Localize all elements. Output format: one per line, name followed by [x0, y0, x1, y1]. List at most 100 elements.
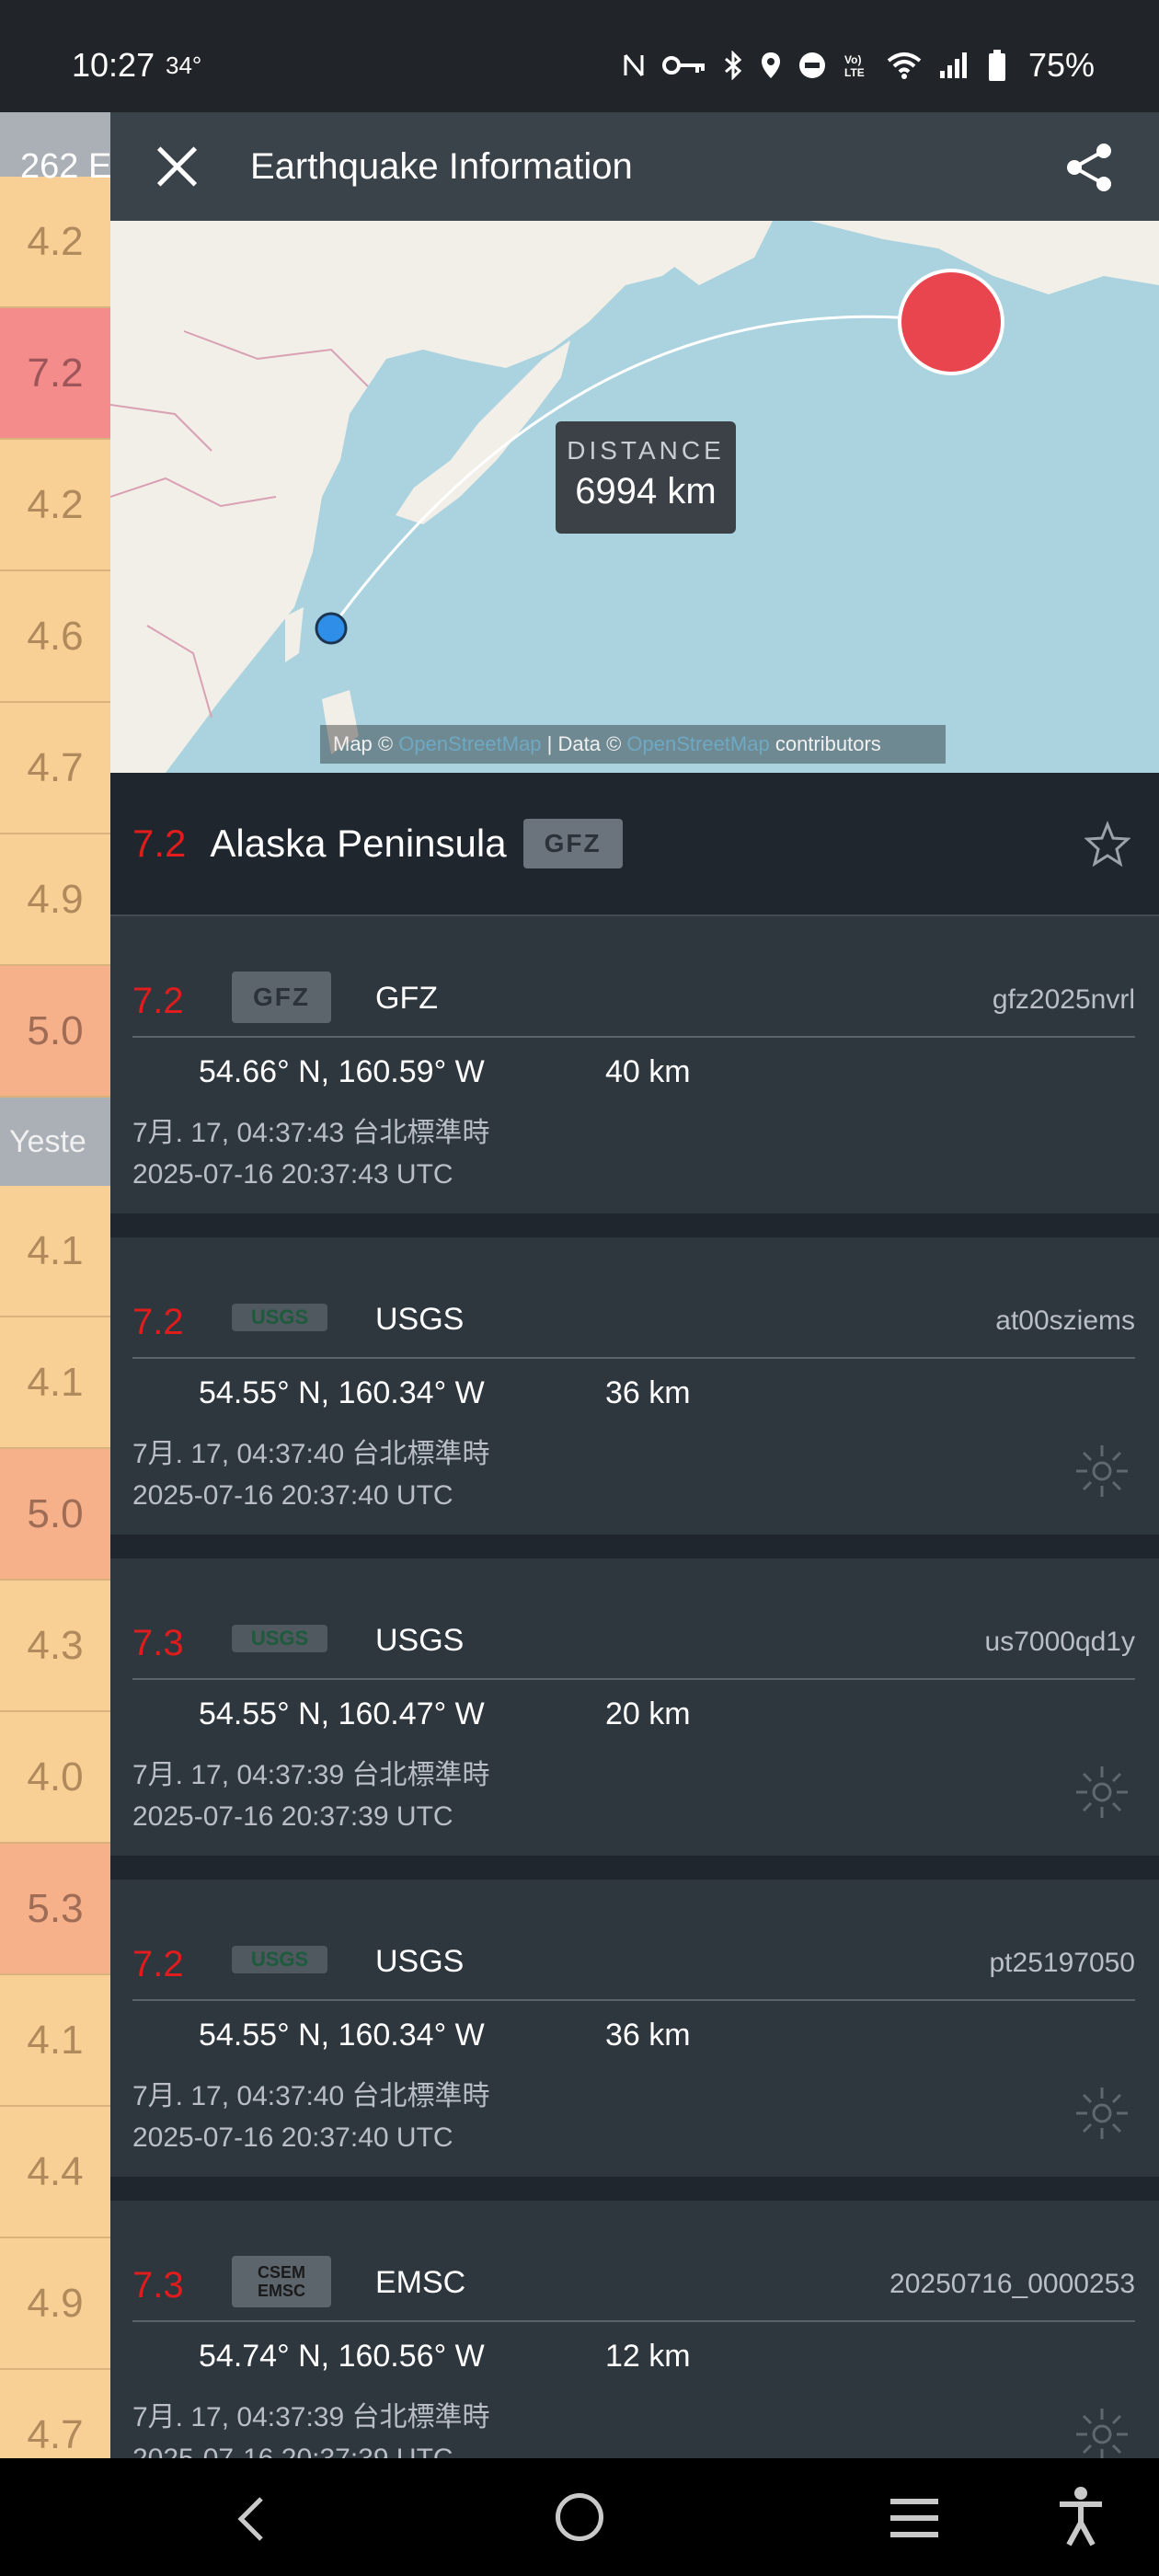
agency-logo-badge: USGS	[232, 1625, 327, 1652]
attribution-suffix: contributors	[769, 732, 881, 755]
report-coordinates: 54.66° N, 160.59° W	[199, 1054, 485, 1089]
page-title: Earthquake Information	[250, 145, 633, 187]
report-event-id: gfz2025nvrl	[992, 984, 1135, 1015]
left-list-magnitude[interactable]: 5.0	[0, 1449, 110, 1581]
report-coordinates: 54.55° N, 160.47° W	[199, 1696, 485, 1731]
report-magnitude: 7.2	[132, 981, 184, 1021]
report-utc-time: 2025-07-16 20:37:40 UTC	[132, 2122, 453, 2153]
left-list-magnitude[interactable]: 4.2	[0, 440, 110, 571]
home-button[interactable]	[556, 2493, 603, 2541]
left-list-magnitude[interactable]: 4.9	[0, 2238, 110, 2370]
top-app-bar: Earthquake Information	[110, 112, 1159, 221]
report-divider	[132, 2320, 1135, 2322]
share-button[interactable]	[1061, 140, 1117, 195]
volte-icon: Vo)LTE	[844, 53, 865, 79]
epicenter-marker	[898, 269, 1004, 375]
daylight-sun-icon	[1076, 2409, 1128, 2458]
accessibility-icon[interactable]	[1056, 2486, 1106, 2547]
summary-agency-badge: GFZ	[522, 819, 623, 868]
left-list-section-yesterday: 4.1 4.1 5.0 4.3 4.0 5.3 4.1 4.4 4.9 4.7	[0, 1186, 110, 2458]
dnd-icon	[798, 52, 825, 78]
left-list-magnitude[interactable]: 5.3	[0, 1844, 110, 1975]
earthquake-list-background: 262 E 4.2 7.2 4.2 4.6 4.7 4.9 5.0 Yeste 4.1 4.1…	[0, 112, 110, 2458]
left-list-magnitude[interactable]: 4.3	[0, 1581, 110, 1712]
left-list-magnitude[interactable]: 4.1	[0, 1975, 110, 2107]
attribution-prefix: Map ©	[333, 732, 399, 755]
report-divider	[132, 1036, 1135, 1038]
summary-location: Alaska Peninsula	[210, 822, 507, 865]
left-list-section-today: 4.2 7.2 4.2 4.6 4.7 4.9 5.0	[0, 177, 110, 1098]
agency-logo-badge: CSEM EMSC	[232, 2256, 331, 2307]
close-button[interactable]	[155, 144, 199, 189]
report-local-time: 7月. 17, 04:37:40 台北標準時	[132, 2081, 490, 2111]
report-divider	[132, 1678, 1135, 1680]
report-event-id: pt25197050	[989, 1948, 1136, 1978]
left-list-magnitude[interactable]: 4.0	[0, 1712, 110, 1844]
bluetooth-icon	[724, 51, 742, 80]
back-icon[interactable]	[224, 2491, 280, 2547]
report-local-time: 7月. 17, 04:37:43 台北標準時	[132, 1118, 490, 1148]
left-list-magnitude[interactable]: 4.6	[0, 571, 110, 703]
report-depth: 12 km	[605, 2339, 691, 2374]
report-agency: USGS	[375, 1623, 465, 1658]
list-day-header: Yeste	[0, 1098, 110, 1186]
distance-map[interactable]: DISTANCE 6994 km Map © OpenStreetMap | D…	[110, 221, 1159, 773]
report-coordinates: 54.55° N, 160.34° W	[199, 1375, 485, 1410]
report-local-time: 7月. 17, 04:37:40 台北標準時	[132, 1439, 490, 1469]
report-event-id: at00sziems	[995, 1305, 1135, 1336]
report-coordinates: 54.55° N, 160.34° W	[199, 2018, 485, 2053]
user-location-marker	[315, 612, 348, 645]
left-list-magnitude[interactable]: 4.9	[0, 834, 110, 966]
battery-icon	[988, 50, 1005, 81]
recents-icon[interactable]	[887, 2495, 942, 2541]
wifi-icon	[887, 52, 922, 79]
agency-report-card[interactable]: 7.3 USGS USGS us7000qd1y 54.55° N, 160.47° W…	[110, 1558, 1159, 1880]
report-depth: 20 km	[605, 1696, 691, 1731]
left-list-magnitude[interactable]: 4.4	[0, 2107, 110, 2238]
report-magnitude: 7.3	[132, 1623, 184, 1663]
agency-logo-badge: GFZ	[232, 972, 331, 1023]
distance-label: DISTANCE	[567, 436, 725, 465]
report-divider	[132, 1999, 1135, 2001]
left-list-magnitude[interactable]: 4.1	[0, 1186, 110, 1317]
status-bar: 10:27 34° Vo) LTE 75%	[0, 0, 1159, 112]
daylight-sun-icon	[1076, 2087, 1128, 2139]
daylight-sun-icon	[1076, 1766, 1128, 1818]
left-list-magnitude[interactable]: 7.2	[0, 308, 110, 440]
report-magnitude: 7.2	[132, 1944, 184, 1984]
report-magnitude: 7.3	[132, 2265, 184, 2306]
system-navigation-bar	[0, 2458, 1159, 2576]
left-list-magnitude[interactable]: 4.7	[0, 703, 110, 834]
report-agency: USGS	[375, 1944, 465, 1979]
battery-percentage: 75%	[1027, 46, 1095, 84]
distance-tooltip: DISTANCE 6994 km	[556, 421, 736, 534]
left-list-magnitude[interactable]: 4.1	[0, 1317, 110, 1449]
summary-magnitude: 7.2	[132, 822, 187, 865]
left-list-magnitude[interactable]: 5.0	[0, 966, 110, 1098]
attribution-link-data[interactable]: OpenStreetMap	[626, 732, 769, 755]
agency-report-card[interactable]: 7.2 USGS USGS at00sziems 54.55° N, 160.34° W…	[110, 1237, 1159, 1558]
status-temperature: 34°	[166, 52, 202, 79]
left-list-magnitude[interactable]: 4.7	[0, 2370, 110, 2458]
daylight-sun-icon	[1076, 1445, 1128, 1497]
favorite-star-button[interactable]	[1084, 821, 1131, 868]
report-utc-time: 2025-07-16 20:37:43 UTC	[132, 1159, 453, 1190]
status-time: 10:27	[72, 46, 155, 84]
report-local-time: 7月. 17, 04:37:39 台北標準時	[132, 1760, 490, 1790]
agency-logo-badge: USGS	[232, 1946, 327, 1973]
agency-logo-badge: USGS	[232, 1304, 327, 1331]
agency-report-card[interactable]: 7.2 GFZ GFZ gfz2025nvrl 54.66° N, 160.59° W 4…	[110, 916, 1159, 1237]
signal-icon	[939, 52, 967, 78]
location-icon	[761, 52, 780, 78]
agency-report-list: 7.2 GFZ GFZ gfz2025nvrl 54.66° N, 160.59° W 4…	[110, 916, 1159, 2458]
earthquake-info-panel: Earthquake Information DISTANCE 6994 km …	[110, 112, 1159, 2458]
report-depth: 40 km	[605, 1054, 691, 1089]
report-event-id: us7000qd1y	[984, 1627, 1135, 1657]
report-divider	[132, 1357, 1135, 1359]
quake-summary: 7.2 Alaska Peninsula GFZ	[110, 773, 1159, 916]
agency-report-card[interactable]: 7.2 USGS USGS pt25197050 54.55° N, 160.34° W…	[110, 1880, 1159, 2201]
agency-report-card[interactable]: 7.3 CSEM EMSC EMSC 20250716_0000253 54.74° N…	[110, 2201, 1159, 2458]
report-utc-time: 2025-07-16 20:37:39 UTC	[132, 2444, 453, 2458]
attribution-link-map[interactable]: OpenStreetMap	[398, 732, 541, 755]
report-agency: EMSC	[375, 2265, 466, 2300]
